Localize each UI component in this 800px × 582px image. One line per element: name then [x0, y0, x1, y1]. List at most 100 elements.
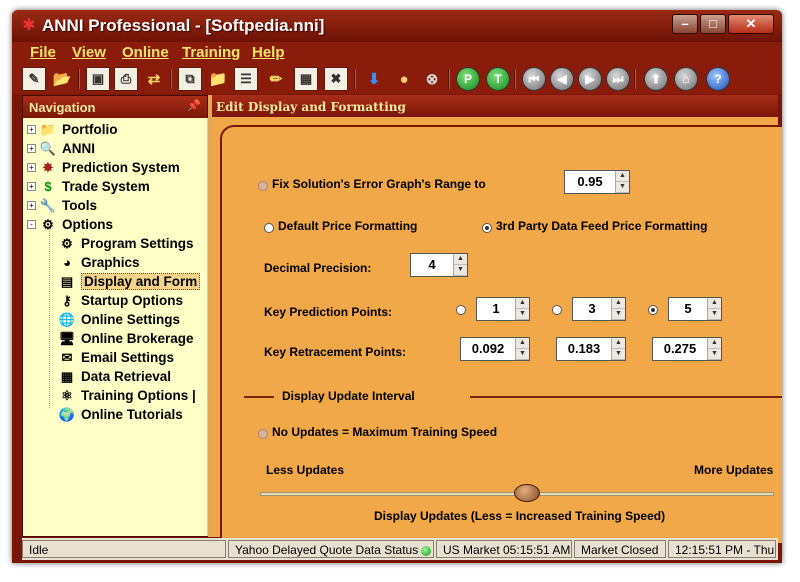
nav-item-graphics[interactable]: ◕ Graphics: [59, 253, 140, 272]
tutorial-icon: 🌍: [58, 406, 76, 422]
no-updates-toggle[interactable]: [258, 429, 268, 439]
upload-icon[interactable]: ⬆: [644, 67, 668, 91]
first-icon[interactable]: ⏮: [522, 67, 546, 91]
previous-icon[interactable]: ◀: [550, 67, 574, 91]
close-button[interactable]: ✕: [728, 14, 774, 34]
nav-item-online-brokerage[interactable]: 🖥 Online Brokerage: [59, 329, 194, 348]
spinner-arrows-icon[interactable]: ▲ ▼: [611, 298, 625, 320]
key-prediction-spinner-2[interactable]: 3 ▲ ▼: [572, 297, 626, 321]
nav-item-label: Graphics: [81, 255, 140, 270]
refresh-icon[interactable]: ⇄: [142, 67, 166, 91]
nav-item-label: Trade System: [62, 179, 150, 194]
expand-icon[interactable]: +: [27, 163, 36, 172]
spinner-arrows-icon[interactable]: ▲ ▼: [707, 298, 721, 320]
menu-help[interactable]: Help: [252, 44, 285, 61]
fix-range-spinner[interactable]: 0.95 ▲ ▼: [564, 170, 630, 194]
key-retracement-value-2[interactable]: 0.183: [557, 338, 611, 360]
key-prediction-radio-3[interactable]: [648, 305, 658, 315]
nav-item-display-and-form[interactable]: ▤ Display and Form: [59, 272, 201, 291]
spinner-arrows-icon[interactable]: ▲ ▼: [707, 338, 721, 360]
expand-icon[interactable]: +: [27, 125, 36, 134]
collapse-icon[interactable]: -: [27, 220, 36, 229]
spinner-arrows-icon[interactable]: ▲ ▼: [515, 298, 529, 320]
nav-item-prediction-system[interactable]: + ✸ Prediction System: [27, 158, 180, 177]
spinner-arrows-icon[interactable]: ▲ ▼: [615, 171, 629, 193]
spinner-arrows-icon[interactable]: ▲ ▼: [611, 338, 625, 360]
decimal-precision-value[interactable]: 4: [411, 254, 453, 276]
nav-item-options[interactable]: - ⚙ Options: [27, 215, 113, 234]
binoculars-icon[interactable]: ⊗: [420, 67, 444, 91]
tree-connector-line: [49, 228, 50, 408]
edit-icon[interactable]: ✏: [264, 67, 288, 91]
key-retracement-spinner-2[interactable]: 0.183 ▲ ▼: [556, 337, 626, 361]
new-file-icon[interactable]: ✎: [22, 67, 46, 91]
coins-icon[interactable]: ●: [392, 67, 416, 91]
key-prediction-value-1[interactable]: 1: [477, 298, 515, 320]
nav-item-anni[interactable]: + 🔍 ANNI: [27, 139, 95, 158]
minimize-button[interactable]: –: [672, 14, 698, 34]
nav-item-program-settings[interactable]: ⚙ Program Settings: [59, 234, 193, 253]
expand-icon[interactable]: +: [27, 201, 36, 210]
nav-item-training-options[interactable]: ⚛ Training Options |: [59, 386, 196, 405]
table-icon: ▤: [60, 273, 74, 289]
default-price-radio[interactable]: [264, 223, 274, 233]
third-party-radio[interactable]: [482, 223, 492, 233]
key-prediction-spinner-1[interactable]: 1 ▲ ▼: [476, 297, 530, 321]
key-prediction-value-3[interactable]: 5: [669, 298, 707, 320]
spinner-arrows-icon[interactable]: ▲ ▼: [515, 338, 529, 360]
train-button-icon[interactable]: T: [486, 67, 510, 91]
expand-icon[interactable]: +: [27, 182, 36, 191]
key-prediction-value-2[interactable]: 3: [573, 298, 611, 320]
help-icon[interactable]: ?: [706, 67, 730, 91]
delete-icon[interactable]: ✖: [324, 67, 348, 91]
maximize-button[interactable]: □: [700, 14, 726, 34]
fix-range-toggle[interactable]: [258, 181, 268, 191]
key-retracement-spinner-3[interactable]: 0.275 ▲ ▼: [652, 337, 722, 361]
nav-item-label: Data Retrieval: [81, 369, 172, 384]
import-icon[interactable]: 📁: [206, 67, 230, 91]
key-retracement-spinner-1[interactable]: 0.092 ▲ ▼: [460, 337, 530, 361]
last-icon[interactable]: ⏭: [606, 67, 630, 91]
nav-item-portfolio[interactable]: + 📁 Portfolio: [27, 120, 118, 139]
folder-icon: 📁: [39, 121, 57, 137]
app-window: ✱ ANNI Professional - [Softpedia.nni] – …: [12, 10, 782, 563]
expand-icon[interactable]: +: [27, 144, 36, 153]
predict-button-icon[interactable]: P: [456, 67, 480, 91]
home-icon[interactable]: ⌂: [674, 67, 698, 91]
pin-icon[interactable]: 📌: [187, 99, 201, 112]
key-prediction-radio-1[interactable]: [456, 305, 466, 315]
open-folder-icon[interactable]: 📂: [50, 67, 74, 91]
nav-item-label: Online Settings: [81, 312, 181, 327]
menu-training[interactable]: Training: [182, 44, 240, 61]
key-prediction-radio-2[interactable]: [552, 305, 562, 315]
nav-item-startup-options[interactable]: ⚷ Startup Options: [59, 291, 183, 310]
nav-item-online-tutorials[interactable]: 🌍 Online Tutorials: [59, 405, 183, 424]
less-updates-label: Less Updates: [266, 463, 345, 477]
fix-range-value[interactable]: 0.95: [565, 171, 615, 193]
save-as-icon[interactable]: ⎙: [114, 67, 138, 91]
toolbar-separator: [448, 69, 450, 89]
grid-icon[interactable]: ▦: [294, 67, 318, 91]
save-icon[interactable]: ▣: [86, 67, 110, 91]
title-bar[interactable]: ✱ ANNI Professional - [Softpedia.nni] – …: [12, 10, 782, 42]
nav-item-trade-system[interactable]: + $ Trade System: [27, 177, 150, 196]
content-header: Edit Display and Formatting: [212, 95, 778, 117]
nav-item-data-retrieval[interactable]: ▦ Data Retrieval: [59, 367, 171, 386]
next-icon[interactable]: ▶: [578, 67, 602, 91]
nav-item-tools[interactable]: + 🔧 Tools: [27, 196, 97, 215]
key-prediction-spinner-3[interactable]: 5 ▲ ▼: [668, 297, 722, 321]
key-retracement-value-3[interactable]: 0.275: [653, 338, 707, 360]
nav-item-email-settings[interactable]: ✉ Email Settings: [59, 348, 174, 367]
decimal-precision-spinner[interactable]: 4 ▲ ▼: [410, 253, 468, 277]
settings-panel: Fix Solution's Error Graph's Range to 0.…: [220, 125, 782, 545]
menu-online[interactable]: Online: [122, 44, 169, 61]
app-logo-icon: ✱: [22, 17, 36, 34]
nav-item-online-settings[interactable]: 🌐 Online Settings: [59, 310, 180, 329]
stack-icon[interactable]: ☰: [234, 67, 258, 91]
copy-icon[interactable]: ⧉: [178, 67, 202, 91]
menu-view[interactable]: View: [72, 44, 106, 61]
menu-file[interactable]: File: [30, 44, 56, 61]
download-icon[interactable]: ⬇: [362, 67, 386, 91]
spinner-arrows-icon[interactable]: ▲ ▼: [453, 254, 467, 276]
key-retracement-value-1[interactable]: 0.092: [461, 338, 515, 360]
